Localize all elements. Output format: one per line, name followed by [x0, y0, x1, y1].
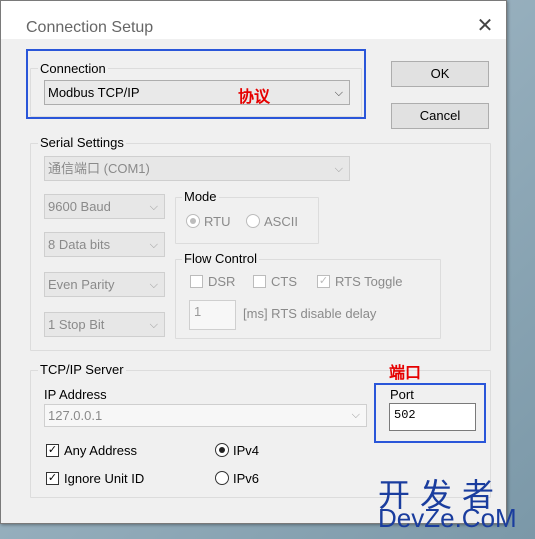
ipv6-radio[interactable]: [215, 471, 229, 485]
chevron-down-icon: ⌵: [149, 239, 158, 251]
chevron-down-icon: ⌵: [334, 163, 343, 175]
ipv4-label: IPv4: [233, 443, 260, 458]
rts-delay-input[interactable]: 1: [189, 300, 236, 330]
rts-toggle-label: RTS Toggle: [335, 274, 403, 289]
rts-toggle-checkbox[interactable]: ✓: [317, 275, 330, 288]
mode-label: Mode: [182, 189, 219, 204]
checkmark-icon: ✓: [47, 444, 58, 456]
title-bar: Connection Setup ✕: [1, 1, 506, 39]
ascii-radio[interactable]: [246, 214, 260, 228]
connection-setup-dialog: Connection Setup ✕ Connection Modbus TCP…: [0, 0, 507, 524]
dsr-label: DSR: [208, 274, 236, 289]
ip-address-input[interactable]: 127.0.0.1 ⌵: [44, 404, 367, 427]
stop-bits-value: 1 Stop Bit: [48, 317, 105, 332]
radio-dot-icon: [219, 447, 225, 453]
ip-address-label: IP Address: [44, 387, 107, 402]
radio-dot-icon: [190, 218, 196, 224]
ascii-label: ASCII: [264, 214, 298, 229]
close-icon[interactable]: ✕: [475, 16, 495, 36]
chevron-down-icon: ⌵: [149, 201, 158, 213]
ignore-unit-id-checkbox[interactable]: ✓: [46, 472, 59, 485]
rtu-label: RTU: [204, 214, 231, 229]
chevron-down-icon: ⌵: [149, 319, 158, 331]
com-port-value: 通信端口 (COM1): [48, 161, 150, 176]
ignore-unit-id-label: Ignore Unit ID: [64, 471, 145, 486]
any-address-checkbox[interactable]: ✓: [46, 444, 59, 457]
parity-value: Even Parity: [48, 277, 115, 292]
ok-button[interactable]: OK: [391, 61, 489, 87]
ipv4-radio[interactable]: [215, 443, 229, 457]
data-bits-select[interactable]: 8 Data bits ⌵: [44, 232, 165, 257]
cancel-button[interactable]: Cancel: [391, 103, 489, 129]
rtu-radio[interactable]: [186, 214, 200, 228]
data-bits-value: 8 Data bits: [48, 237, 111, 252]
tcpip-server-label: TCP/IP Server: [38, 362, 126, 377]
watermark-domain: DevZe.CoM: [378, 503, 517, 533]
rts-delay-label: [ms] RTS disable delay: [243, 306, 377, 321]
stop-bits-select[interactable]: 1 Stop Bit ⌵: [44, 312, 165, 337]
com-port-select[interactable]: 通信端口 (COM1) ⌵: [44, 156, 350, 181]
baud-select[interactable]: 9600 Baud ⌵: [44, 194, 165, 219]
cts-label: CTS: [271, 274, 297, 289]
connection-highlight-box: [26, 49, 366, 119]
any-address-label: Any Address: [64, 443, 137, 458]
parity-select[interactable]: Even Parity ⌵: [44, 272, 165, 297]
serial-settings-label: Serial Settings: [38, 135, 126, 150]
checkmark-icon: ✓: [47, 472, 58, 484]
port-input[interactable]: 502: [389, 403, 476, 431]
checkmark-icon: ✓: [318, 275, 329, 287]
flow-control-label: Flow Control: [182, 251, 259, 266]
port-annotation: 端口: [389, 365, 422, 382]
ipv6-label: IPv6: [233, 471, 260, 486]
ip-address-value: 127.0.0.1: [48, 408, 103, 423]
protocol-annotation: 协议: [238, 89, 271, 106]
dsr-checkbox[interactable]: [190, 275, 203, 288]
baud-value: 9600 Baud: [48, 199, 111, 214]
port-label: Port: [390, 387, 414, 402]
cts-checkbox[interactable]: [253, 275, 266, 288]
dialog-title: Connection Setup: [26, 19, 154, 36]
chevron-down-icon: ⌵: [149, 279, 158, 291]
chevron-down-icon: ⌵: [351, 409, 360, 421]
